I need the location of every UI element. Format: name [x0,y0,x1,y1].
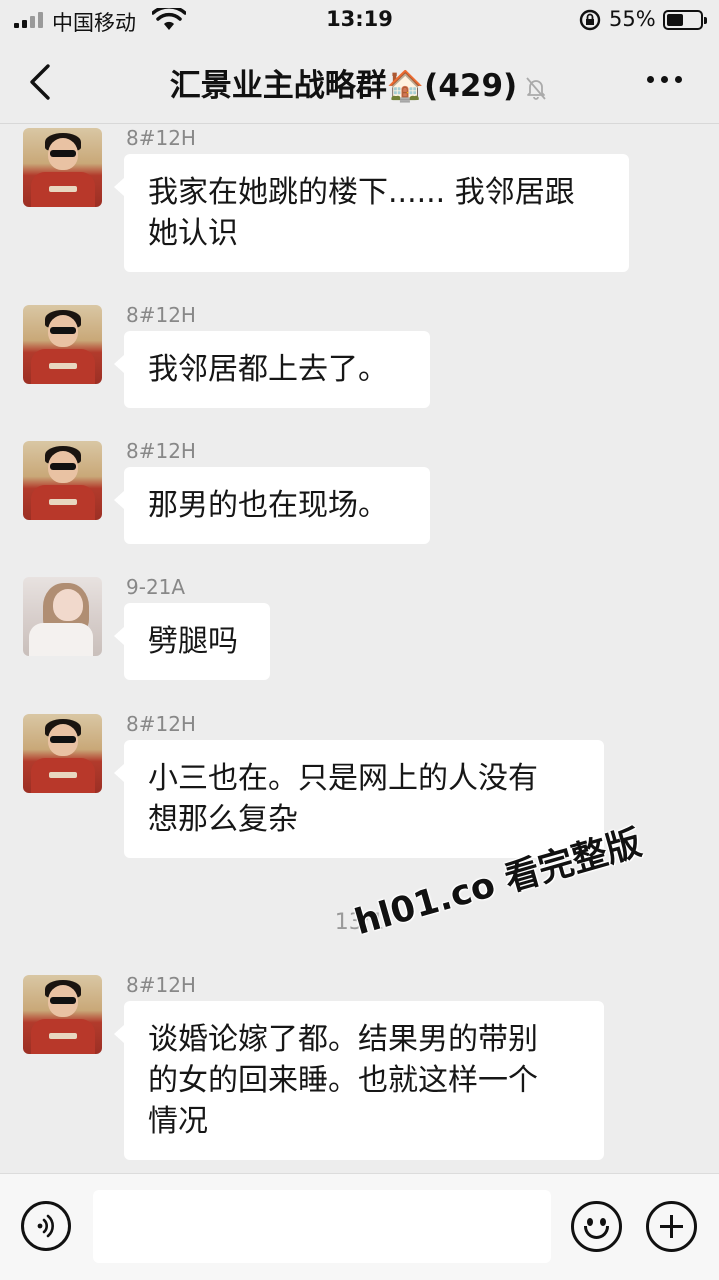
group-name: 汇景业主战略群 [169,68,387,104]
avatar[interactable] [23,305,102,384]
rotation-lock-icon [579,9,601,31]
avatar[interactable] [23,441,102,520]
message-line: 我家在她跳的楼下...... 我邻居跟 [148,175,575,210]
bell-muted-icon [526,76,546,100]
message-line: 谈婚论嫁了都。结果男的带别 [148,1022,538,1057]
message-input[interactable] [93,1190,551,1263]
member-count: (429) [424,68,518,104]
message-line: 那男的也在现场。 [148,488,388,523]
input-bar [0,1173,719,1280]
message-bubble[interactable]: 小三也在。只是网上的人没有 想那么复杂 [114,740,604,858]
message-line: 她认识 [148,216,238,251]
more-options-icon[interactable] [645,76,685,86]
message-bubble[interactable]: 那男的也在现场。 [114,467,430,544]
sender-name: 8#12H [126,439,196,463]
sender-name: 8#12H [126,303,196,327]
battery-icon [663,10,707,30]
avatar[interactable] [23,577,102,656]
message-bubble[interactable]: 谈婚论嫁了都。结果男的带别 的女的回来睡。也就这样一个 情况 [114,1001,604,1160]
message-line: 劈腿吗 [148,624,238,659]
sender-name: 8#12H [126,712,196,736]
message-line: 情况 [148,1104,208,1139]
battery-fill [667,14,683,26]
message-line: 的女的回来睡。也就这样一个 [148,1063,538,1098]
chat-header: 汇景业主战略群🏠(429) [0,40,719,124]
house-emoji: 🏠 [386,69,425,104]
status-bar: 中国移动 13:19 55% [0,0,719,40]
message-bubble[interactable]: 劈腿吗 [114,603,270,680]
emoji-icon[interactable] [571,1201,622,1252]
avatar[interactable] [23,975,102,1054]
message-line: 我邻居都上去了。 [148,352,388,387]
avatar[interactable] [23,714,102,793]
voice-icon[interactable] [21,1201,71,1251]
chat-title[interactable]: 汇景业主战略群🏠(429) [0,60,719,105]
sender-name: 8#12H [126,973,196,997]
message-bubble[interactable]: 我家在她跳的楼下...... 我邻居跟 她认识 [114,154,629,272]
message-line: 想那么复杂 [148,802,298,837]
plus-icon[interactable] [646,1201,697,1252]
avatar[interactable] [23,128,102,207]
sender-name: 8#12H [126,126,196,150]
sender-name: 9-21A [126,575,186,599]
message-line: 小三也在。只是网上的人没有 [148,761,538,796]
battery-percent: 55% [609,7,656,31]
message-bubble[interactable]: 我邻居都上去了。 [114,331,430,408]
